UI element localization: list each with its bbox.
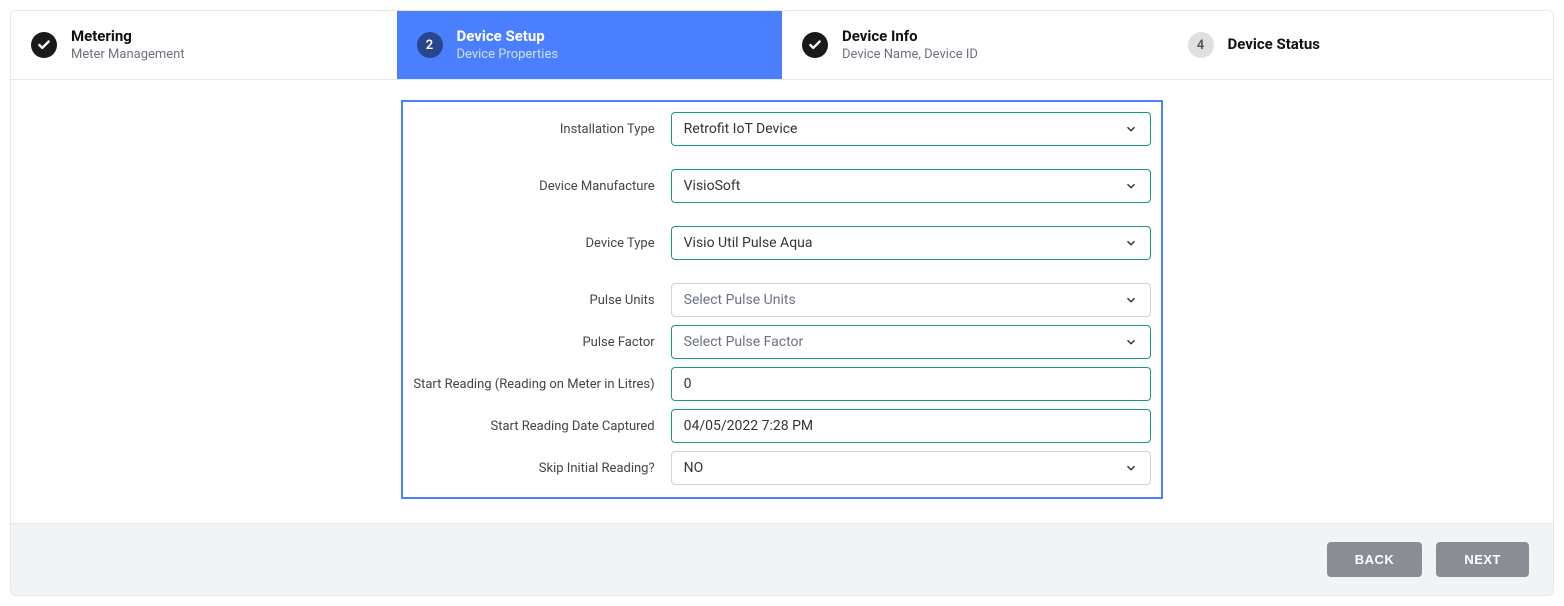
label-skip-initial: Skip Initial Reading? [413, 451, 654, 485]
label-start-reading-date: Start Reading Date Captured [413, 409, 654, 443]
step-title: Device Info [842, 27, 978, 47]
label-device-type: Device Type [413, 226, 654, 260]
label-pulse-factor: Pulse Factor [413, 325, 654, 359]
step-device-status[interactable]: 4 Device Status [1168, 11, 1554, 79]
pulse-factor-select[interactable]: Select Pulse Factor [671, 325, 1151, 359]
select-value: NO [684, 460, 704, 476]
step-device-info[interactable]: Device Info Device Name, Device ID [782, 11, 1168, 79]
step-device-setup[interactable]: 2 Device Setup Device Properties [397, 11, 783, 79]
step-title: Metering [71, 27, 185, 47]
chevron-down-icon [1124, 236, 1138, 250]
chevron-down-icon [1124, 122, 1138, 136]
step-subtitle: Device Properties [457, 47, 559, 64]
select-placeholder: Select Pulse Factor [684, 334, 804, 350]
device-manufacture-select[interactable]: VisioSoft [671, 169, 1151, 203]
label-installation-type: Installation Type [413, 112, 654, 146]
label-start-reading: Start Reading (Reading on Meter in Litre… [413, 367, 654, 401]
wizard-panel: Metering Meter Management 2 Device Setup… [10, 10, 1554, 596]
pulse-units-select[interactable]: Select Pulse Units [671, 283, 1151, 317]
wizard-footer: BACK NEXT [11, 523, 1553, 595]
select-value: Retrofit IoT Device [684, 121, 798, 137]
step-subtitle: Meter Management [71, 47, 185, 64]
chevron-down-icon [1124, 179, 1138, 193]
step-title: Device Status [1228, 35, 1320, 55]
step-metering[interactable]: Metering Meter Management [11, 11, 397, 79]
label-device-manufacture: Device Manufacture [413, 169, 654, 203]
step-subtitle: Device Name, Device ID [842, 47, 978, 64]
device-properties-group: Installation Type Device Manufacture Dev… [401, 100, 1162, 499]
select-value: Visio Util Pulse Aqua [684, 235, 813, 251]
device-type-select[interactable]: Visio Util Pulse Aqua [671, 226, 1151, 260]
next-button[interactable]: NEXT [1436, 542, 1529, 577]
chevron-down-icon [1124, 335, 1138, 349]
check-icon [802, 32, 828, 58]
start-reading-input[interactable] [671, 367, 1151, 401]
form-area: Installation Type Device Manufacture Dev… [11, 80, 1553, 523]
chevron-down-icon [1124, 293, 1138, 307]
back-button[interactable]: BACK [1327, 542, 1423, 577]
step-title: Device Setup [457, 27, 559, 47]
select-value: VisioSoft [684, 178, 741, 194]
select-placeholder: Select Pulse Units [684, 292, 796, 308]
chevron-down-icon [1124, 461, 1138, 475]
check-icon [31, 32, 57, 58]
installation-type-select[interactable]: Retrofit IoT Device [671, 112, 1151, 146]
start-reading-date-input[interactable] [671, 409, 1151, 443]
label-pulse-units: Pulse Units [413, 283, 654, 317]
step-number-icon: 2 [417, 32, 443, 58]
skip-initial-select[interactable]: NO [671, 451, 1151, 485]
step-number-icon: 4 [1188, 32, 1214, 58]
wizard-stepper: Metering Meter Management 2 Device Setup… [11, 11, 1553, 80]
